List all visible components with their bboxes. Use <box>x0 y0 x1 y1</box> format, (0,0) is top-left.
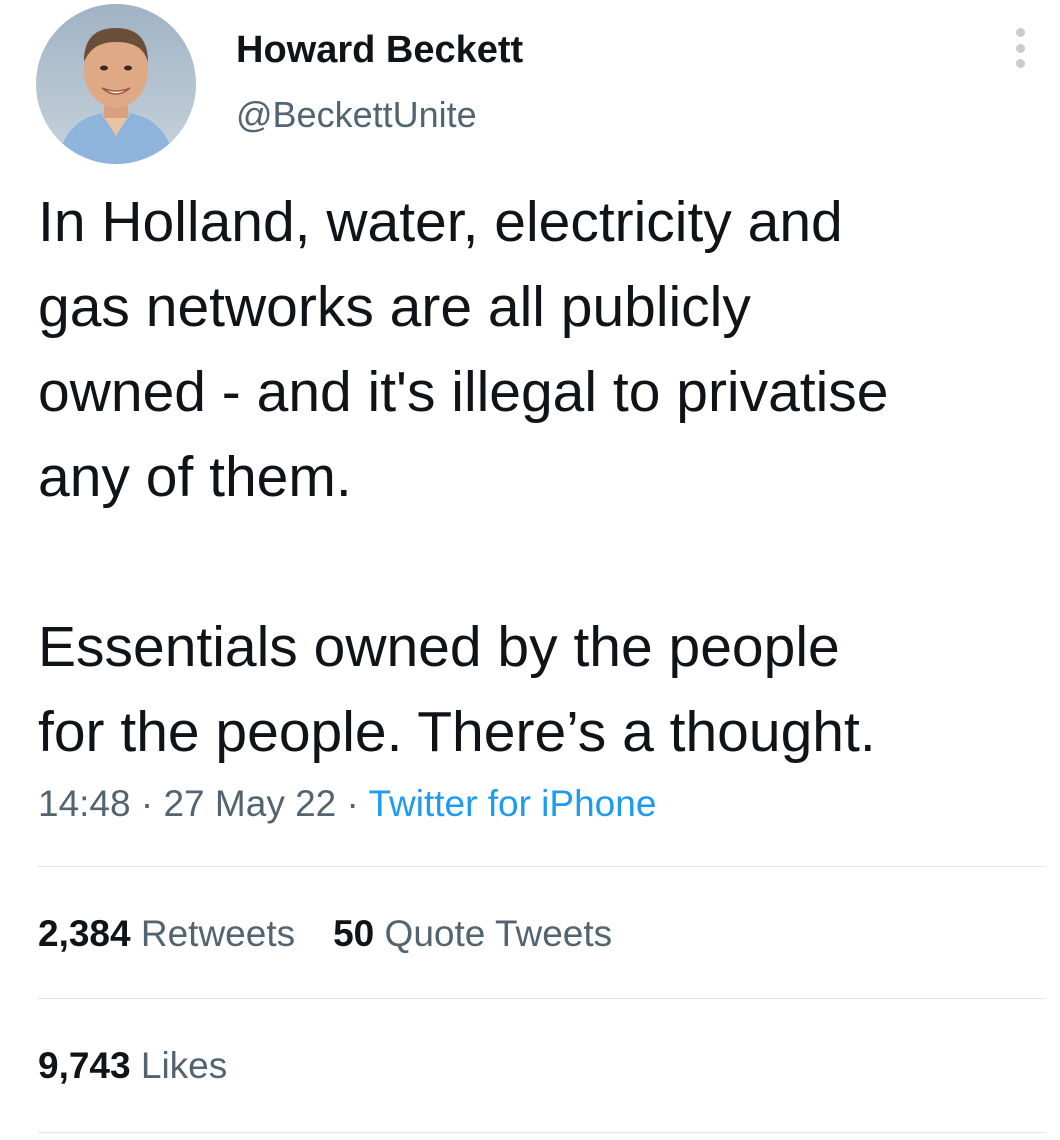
more-vertical-icon[interactable] <box>1006 24 1034 72</box>
engagement-stats: 2,384 Retweets 50 Quote Tweets <box>38 910 612 958</box>
meta-separator: · <box>130 783 164 824</box>
tweet-paragraph: Essentials owned by the people for the p… <box>38 605 1048 775</box>
divider <box>38 1132 1046 1133</box>
likes-count: 9,743 <box>38 1045 131 1086</box>
tweet-detail: Howard Beckett @BeckettUnite In Holland,… <box>0 0 1060 1140</box>
tweet-source-link[interactable]: Twitter for iPhone <box>368 783 656 824</box>
quote-tweets-label: Quote Tweets <box>384 913 613 954</box>
profile-photo <box>36 4 196 164</box>
retweets-label: Retweets <box>140 913 296 954</box>
more-dot <box>1015 59 1025 68</box>
divider <box>38 998 1046 999</box>
tweet-line: gas networks are all publicly <box>38 275 751 339</box>
likes-stat[interactable]: 9,743 Likes <box>38 1042 227 1090</box>
tweet-paragraph: In Holland, water, electricity and gas n… <box>38 180 1048 520</box>
tweet-line: In Holland, water, electricity and <box>38 190 843 254</box>
divider <box>38 866 1046 867</box>
more-dot <box>1015 43 1025 53</box>
tweet-time[interactable]: 14:48 <box>38 783 131 824</box>
likes-stats: 9,743 Likes <box>38 1042 227 1090</box>
retweets-count: 2,384 <box>38 913 131 954</box>
quote-tweets-count: 50 <box>333 913 375 954</box>
tweet-date[interactable]: 27 May 22 <box>163 783 336 824</box>
avatar[interactable] <box>36 4 196 164</box>
tweet-line: owned - and it's illegal to privatise <box>38 360 889 424</box>
tweet-line: for the people. There’s a thought. <box>38 700 876 764</box>
meta-separator: · <box>336 783 369 824</box>
tweet-meta: 14:48 · 27 May 22 · Twitter for iPhone <box>38 780 656 828</box>
likes-label: Likes <box>140 1045 228 1086</box>
user-handle[interactable]: @BeckettUnite <box>236 94 477 136</box>
tweet-line: Essentials owned by the people <box>38 615 840 679</box>
more-dot <box>1015 28 1025 37</box>
tweet-text: In Holland, water, electricity and gas n… <box>38 180 1048 775</box>
quote-tweets-stat[interactable]: 50 Quote Tweets <box>333 910 612 958</box>
retweets-stat[interactable]: 2,384 Retweets <box>38 910 295 958</box>
tweet-line: any of them. <box>38 445 352 509</box>
display-name[interactable]: Howard Beckett <box>236 28 523 72</box>
